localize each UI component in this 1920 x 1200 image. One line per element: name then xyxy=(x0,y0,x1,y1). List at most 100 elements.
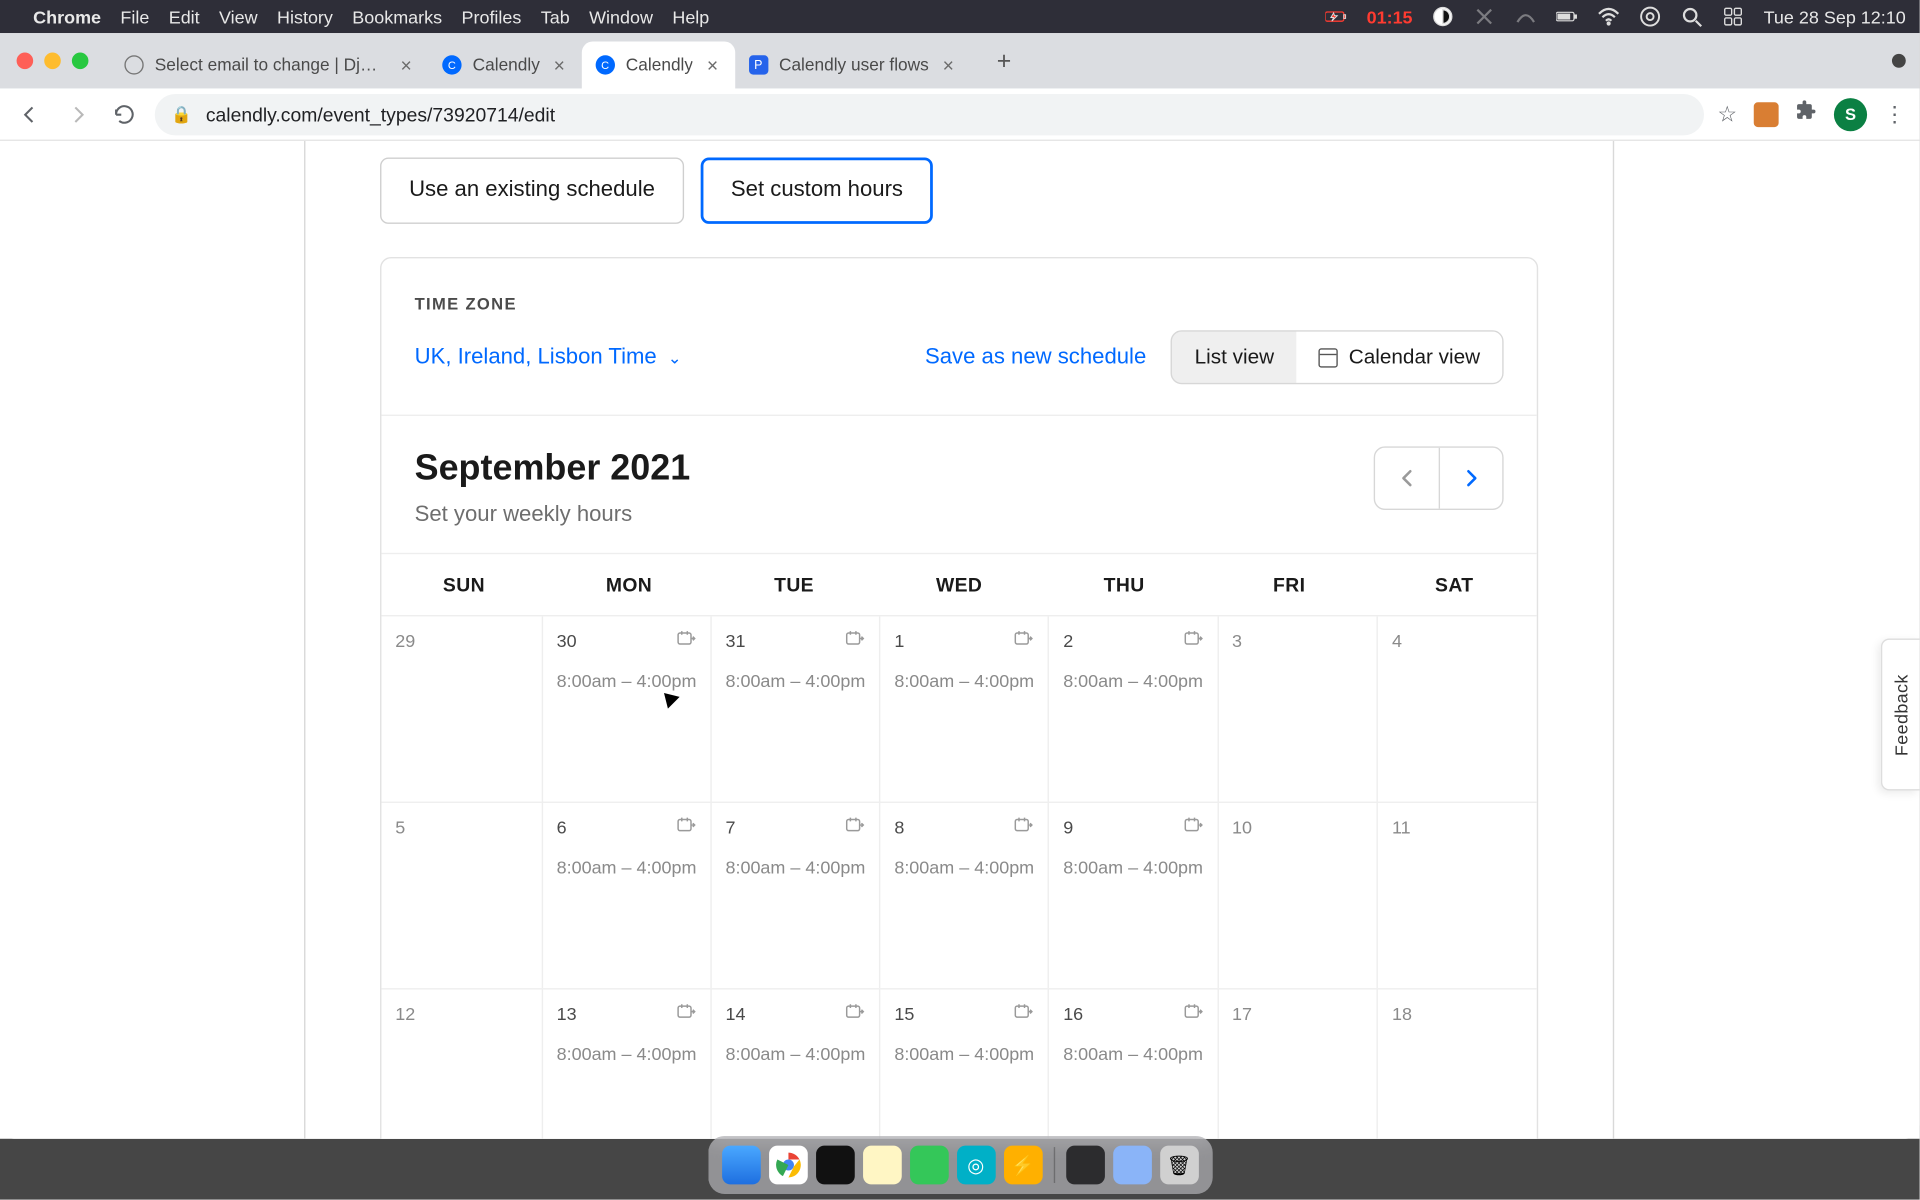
dock-app-generic-1[interactable]: ◎ xyxy=(956,1146,995,1185)
repeat-icon[interactable] xyxy=(1012,627,1034,656)
calendar-day-cell[interactable]: 4 xyxy=(1377,616,1537,801)
profile-avatar[interactable]: S xyxy=(1834,97,1867,130)
menu-file[interactable]: File xyxy=(120,6,149,27)
menu-tab[interactable]: Tab xyxy=(541,6,570,27)
tab-close-icon[interactable]: × xyxy=(398,54,415,76)
calendar-day-cell[interactable]: 28:00am – 4:00pm xyxy=(1048,616,1217,801)
set-custom-hours-button[interactable]: Set custom hours xyxy=(701,158,934,224)
repeat-icon[interactable] xyxy=(674,814,696,843)
back-button[interactable] xyxy=(14,97,47,130)
repeat-icon[interactable] xyxy=(1181,1001,1203,1030)
calendar-day-cell[interactable]: 17 xyxy=(1217,990,1377,1139)
calendar-day-cell[interactable]: 18 xyxy=(1377,990,1537,1139)
app-name[interactable]: Chrome xyxy=(33,6,101,27)
notifications-icon[interactable] xyxy=(1722,6,1744,28)
repeat-icon[interactable] xyxy=(674,627,696,656)
use-existing-schedule-button[interactable]: Use an existing schedule xyxy=(380,158,684,224)
tab-close-icon[interactable]: × xyxy=(940,54,957,76)
browser-tab[interactable]: PCalendly user flows× xyxy=(735,41,971,88)
extension-icon-1[interactable] xyxy=(1754,102,1779,127)
repeat-icon[interactable] xyxy=(843,627,865,656)
forward-button[interactable] xyxy=(61,97,94,130)
calendar-day-cell[interactable]: 98:00am – 4:00pm xyxy=(1048,803,1217,988)
day-number: 4 xyxy=(1392,630,1523,651)
browser-tab[interactable]: Select email to change | Django× xyxy=(111,41,429,88)
menu-edit[interactable]: Edit xyxy=(169,6,200,27)
dock-trash[interactable]: 🗑 xyxy=(1159,1146,1198,1185)
calendar-day-cell[interactable]: 78:00am – 4:00pm xyxy=(710,803,879,988)
calendar-day-cell[interactable]: 158:00am – 4:00pm xyxy=(879,990,1048,1139)
status-icon-3[interactable] xyxy=(1515,6,1537,28)
dock-app-generic-2[interactable]: ⚡ xyxy=(1003,1146,1042,1185)
prev-month-button[interactable] xyxy=(1375,448,1439,509)
address-bar[interactable]: 🔒 calendly.com/event_types/73920714/edit xyxy=(155,93,1704,134)
menu-history[interactable]: History xyxy=(277,6,333,27)
spotlight-icon[interactable] xyxy=(1681,6,1703,28)
calendar-day-cell[interactable]: 10 xyxy=(1217,803,1377,988)
repeat-icon[interactable] xyxy=(843,1001,865,1030)
browser-tab[interactable]: CCalendly× xyxy=(582,41,735,88)
window-minimize-icon[interactable] xyxy=(44,53,61,70)
repeat-icon[interactable] xyxy=(1181,814,1203,843)
extensions-puzzle-icon[interactable] xyxy=(1795,100,1817,129)
next-month-button[interactable] xyxy=(1439,448,1503,509)
dock-app-folder[interactable] xyxy=(1113,1146,1152,1185)
reload-button[interactable] xyxy=(108,97,141,130)
dock-app-finder[interactable] xyxy=(721,1146,760,1185)
save-as-new-schedule-link[interactable]: Save as new schedule xyxy=(925,345,1146,370)
menu-profiles[interactable]: Profiles xyxy=(461,6,521,27)
calendar-day-cell[interactable]: 18:00am – 4:00pm xyxy=(879,616,1048,801)
menu-bookmarks[interactable]: Bookmarks xyxy=(352,6,442,27)
repeat-icon[interactable] xyxy=(1012,1001,1034,1030)
calendar-day-cell[interactable]: 148:00am – 4:00pm xyxy=(710,990,879,1139)
calendar-day-cell[interactable]: 29 xyxy=(381,616,541,801)
dock-app-terminal[interactable] xyxy=(815,1146,854,1185)
repeat-icon[interactable] xyxy=(674,1001,696,1030)
tab-close-icon[interactable]: × xyxy=(704,54,721,76)
calendar-day-cell[interactable]: 308:00am – 4:00pm xyxy=(541,616,710,801)
calendar-day-cell[interactable]: 88:00am – 4:00pm xyxy=(879,803,1048,988)
calendar-day-cell[interactable]: 11 xyxy=(1377,803,1537,988)
calendar-grid: SUNMONTUEWEDTHUFRISAT 29308:00am – 4:00p… xyxy=(381,553,1536,1139)
dock-app-notes[interactable] xyxy=(862,1146,901,1185)
dock-app-generic-3[interactable] xyxy=(1066,1146,1105,1185)
chrome-menu-icon[interactable]: ⋮ xyxy=(1884,100,1906,128)
calendar-day-cell[interactable]: 12 xyxy=(381,990,541,1139)
repeat-icon[interactable] xyxy=(1012,814,1034,843)
dock-app-messages[interactable] xyxy=(909,1146,948,1185)
tab-overflow-icon[interactable] xyxy=(1892,54,1906,68)
calendar-day-cell[interactable]: 138:00am – 4:00pm xyxy=(541,990,710,1139)
battery-icon[interactable] xyxy=(1556,6,1578,28)
timezone-select[interactable]: UK, Ireland, Lisbon Time ⌄ xyxy=(415,345,682,370)
menu-help[interactable]: Help xyxy=(672,6,709,27)
control-center-icon[interactable] xyxy=(1639,6,1661,28)
time-slot: 8:00am – 4:00pm xyxy=(1063,1043,1203,1064)
status-icon-1[interactable] xyxy=(1432,6,1454,28)
menubar-datetime[interactable]: Tue 28 Sep 12:10 xyxy=(1764,6,1906,27)
calendar-view-button[interactable]: Calendar view xyxy=(1296,332,1502,383)
repeat-icon[interactable] xyxy=(1181,627,1203,656)
url-text: calendly.com/event_types/73920714/edit xyxy=(206,103,555,125)
wifi-icon[interactable] xyxy=(1598,6,1620,28)
dow-header: SAT xyxy=(1372,554,1537,615)
window-zoom-icon[interactable] xyxy=(72,53,89,70)
calendar-day-cell[interactable]: 68:00am – 4:00pm xyxy=(541,803,710,988)
menu-window[interactable]: Window xyxy=(589,6,653,27)
new-tab-button[interactable]: + xyxy=(985,41,1024,80)
feedback-tab[interactable]: Feedback xyxy=(1881,638,1920,790)
menu-view[interactable]: View xyxy=(219,6,258,27)
time-slot: 8:00am – 4:00pm xyxy=(557,670,697,691)
status-icon-2[interactable] xyxy=(1473,6,1495,28)
battery-status-icon[interactable] xyxy=(1325,6,1347,28)
calendar-day-cell[interactable]: 3 xyxy=(1217,616,1377,801)
calendar-day-cell[interactable]: 318:00am – 4:00pm xyxy=(710,616,879,801)
list-view-button[interactable]: List view xyxy=(1173,332,1297,383)
window-close-icon[interactable] xyxy=(17,53,34,70)
bookmark-star-icon[interactable]: ☆ xyxy=(1717,100,1737,128)
calendar-day-cell[interactable]: 168:00am – 4:00pm xyxy=(1048,990,1217,1139)
browser-tab[interactable]: CCalendly× xyxy=(428,41,581,88)
dock-app-chrome[interactable] xyxy=(768,1146,807,1185)
repeat-icon[interactable] xyxy=(843,814,865,843)
calendar-day-cell[interactable]: 5 xyxy=(381,803,541,988)
tab-close-icon[interactable]: × xyxy=(551,54,568,76)
